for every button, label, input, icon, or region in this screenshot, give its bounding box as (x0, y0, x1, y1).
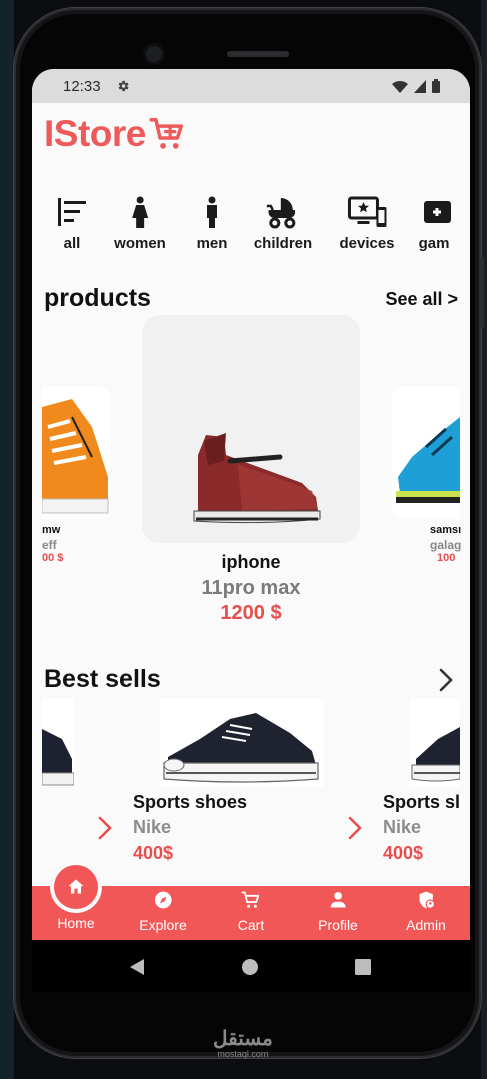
orange-sneaker-image (42, 399, 109, 514)
category-label: children (253, 235, 313, 252)
category-games[interactable]: gam (417, 195, 451, 252)
system-navigation-bar (32, 940, 470, 992)
best-sell-image-partial-left[interactable] (41, 699, 75, 787)
best-sells-title: Best sells (44, 665, 161, 693)
nav-explore[interactable]: Explore (139, 890, 187, 933)
settings-gear-icon (118, 80, 129, 92)
nav-profile[interactable]: Profile (318, 890, 358, 933)
front-camera (146, 46, 162, 62)
category-devices[interactable]: devices (339, 195, 395, 252)
games-icon (424, 201, 451, 223)
home-icon (68, 879, 84, 894)
man-icon (207, 196, 217, 228)
mostaql-watermark: مستقل mostaql.com (213, 1026, 273, 1059)
nav-admin[interactable]: Admin (406, 890, 446, 933)
sort-icon (58, 198, 86, 226)
wifi-icon (392, 80, 408, 93)
category-women[interactable]: women (114, 195, 166, 252)
best-sell-price: 400$ (133, 843, 174, 863)
chevron-right-icon[interactable] (96, 815, 114, 841)
best-sell-image-1[interactable] (160, 699, 324, 787)
red-boot-image (193, 433, 321, 524)
product-card-left[interactable] (42, 387, 110, 519)
admin-shield-icon (419, 891, 435, 909)
chevron-right-icon[interactable] (346, 815, 364, 841)
best-sell-title: Sports sl (383, 792, 461, 812)
category-men[interactable]: men (195, 195, 229, 252)
woman-icon (132, 196, 148, 228)
compass-icon (154, 891, 172, 909)
product-right-price: 100 (437, 552, 456, 564)
best-sell-title: Sports shoes (133, 792, 248, 812)
cart-icon (241, 891, 260, 908)
nav-home[interactable] (54, 865, 98, 909)
nav-label: Cart (237, 917, 265, 933)
product-center-price: 1200 $ (220, 602, 282, 624)
product-card-right[interactable] (392, 387, 460, 519)
app-screen: 12:33 IStore all women men children devi… (32, 69, 470, 940)
category-label: gam (418, 235, 450, 252)
devices-icon (347, 196, 386, 227)
background-left-strip (0, 0, 14, 1079)
back-icon[interactable] (129, 958, 145, 976)
canvas-shoe-image (41, 729, 75, 786)
power-button (480, 258, 484, 328)
category-label: men (196, 235, 228, 252)
nav-cart[interactable]: Cart (238, 890, 264, 933)
nav-label: Profile (318, 917, 358, 933)
canvas-shoe-image (163, 713, 319, 783)
product-left-name: mw (42, 524, 61, 536)
cellular-signal-icon (414, 79, 426, 93)
watermark-arabic: مستقل (213, 1028, 273, 1050)
category-children[interactable]: children (254, 195, 312, 252)
see-all-link[interactable]: See all > (385, 289, 458, 310)
nav-home-label: Home (57, 915, 95, 931)
bottom-navigation: Explore Cart Profile Admin (32, 886, 470, 940)
best-sell-price: 400$ (383, 843, 424, 863)
status-bar: 12:33 (32, 69, 470, 103)
category-label: all (63, 235, 81, 252)
category-all[interactable]: all (55, 195, 89, 252)
product-card-center[interactable] (142, 315, 360, 543)
product-left-sub: eff (42, 538, 57, 552)
recents-icon[interactable] (355, 959, 371, 975)
product-right-name: samsı (430, 524, 462, 536)
stroller-icon (266, 198, 296, 229)
status-time: 12:33 (63, 78, 101, 95)
category-bar: all women men children devices gam (32, 195, 470, 255)
product-right-sub: galag (430, 538, 462, 552)
product-center-sub: 11pro max (201, 577, 301, 599)
cart-icon (149, 118, 183, 149)
best-sell-brand: Nike (383, 817, 422, 837)
category-label: women (114, 235, 166, 252)
blue-sneaker-image (396, 417, 460, 503)
canvas-shoe-image (411, 727, 461, 782)
nav-label: Explore (139, 917, 187, 933)
best-sell-brand: Nike (133, 817, 172, 837)
battery-icon (432, 79, 440, 93)
nav-label: Admin (406, 917, 446, 933)
person-icon (330, 892, 346, 908)
home-circle-icon[interactable] (242, 959, 258, 975)
category-label: devices (339, 235, 395, 252)
chevron-right-icon[interactable] (436, 667, 456, 693)
products-title: products (44, 284, 151, 312)
best-sell-image-2[interactable] (410, 699, 461, 787)
app-logo[interactable]: IStore (44, 113, 186, 155)
background-right-strip (481, 0, 487, 1079)
product-center-name: iphone (221, 552, 281, 572)
earpiece-speaker (227, 51, 289, 57)
logo-text: IStore (44, 113, 146, 154)
watermark-latin: mostaql.com (217, 1049, 269, 1059)
